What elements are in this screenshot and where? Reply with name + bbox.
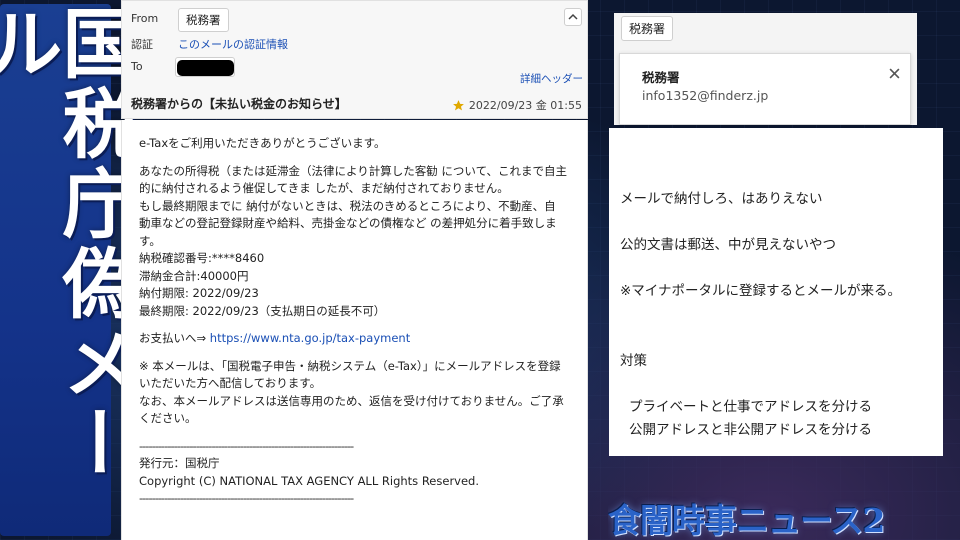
channel-logo: 食闇時事ニュース2 [608,501,885,540]
notes-panel: メールで納付しろ、はありえない 公的文書は郵送、中が見えないやつ ※マイナポータ… [609,128,943,456]
note-line-3: ※マイナポータルに登録するとメールが来る。 [620,283,902,299]
sender-info-screenshot: 税務署 税務署 info1352@finderz.jp [614,13,917,125]
popup-close-button[interactable] [889,64,900,83]
close-icon [889,68,900,79]
note-line-1: メールで納付しろ、はありえない [620,191,823,207]
payment-line: お支払いへ⇒ https://www.nta.go.jp/tax-payment [139,330,569,348]
title-banner: 国税庁偽メール [0,4,139,536]
collapse-header-button[interactable] [564,8,582,26]
email-body: e-Taxをご利用いただきありがとうございます。 あなたの所得税（または延滞金（… [121,120,588,540]
final-due-date: 最終期限: 2022/09/23（支払期日の延長不可） [139,303,386,318]
confirm-number: 納税確認番号:****8460 [139,251,265,265]
note-line-2: 公的文書は郵送、中が見えないやつ [620,237,836,253]
banner-title: 国税庁偽メール [0,4,139,484]
total-amount: 滞納金合計:40000円 [139,268,249,283]
popup-sender-email: info1352@finderz.jp [642,88,769,103]
notice-paragraph-1: ※ 本メールは、「国税電子申告・納税システム（e-Tax）」にメールアドレスを登… [139,358,561,391]
sender-popup: 税務署 info1352@finderz.jp [619,53,911,125]
date-area: 2022/09/23 金 01:55 [452,97,582,113]
body-paragraph-2: もし最終期限までに 納付がないときは、税法のきめるところにより、不動産、自 動車… [139,198,557,248]
separator-line: ----------------------------------------… [139,438,354,453]
to-label: To [131,60,143,73]
auth-info-link[interactable]: このメールの認証情報 [178,36,288,52]
auth-label: 認証 [131,38,153,51]
email-subject: 税務署からの【未払い税金のお知らせ】 [131,97,347,111]
copyright-text: Copyright (C) NATIONAL TAX AGENCY ALL Ri… [139,473,480,488]
star-icon[interactable] [452,99,465,112]
body-paragraph-1: あなたの所得税（または延滞金（法律により計算した客勧 について、これまで自主的に… [139,163,568,196]
chevron-up-icon [568,13,578,20]
from-sender-chip[interactable]: 税務署 [178,8,229,32]
tip-line-2: 公開アドレスと非公開アドレスを分ける [629,422,872,438]
due-date: 納付期限: 2022/09/23 [139,286,259,300]
email-date: 2022/09/23 金 01:55 [468,99,582,112]
payment-link[interactable]: https://www.nta.go.jp/tax-payment [210,331,410,345]
sender-chip[interactable]: 税務署 [621,16,674,41]
payment-prefix: お支払いへ⇒ [139,331,210,345]
email-header: From 税務署 認証 このメールの認証情報 To 詳細ヘッダー 税務署からの【… [121,0,588,119]
from-label: From [131,12,159,25]
tip-line-1: プライベートと仕事でアドレスを分ける [629,399,872,415]
separator-line-bottom: ----------------------------------------… [139,491,354,505]
details-header-link[interactable]: 詳細ヘッダー [520,71,583,86]
redacted-recipient [177,60,234,76]
issuer-text: 発行元：国税庁 [139,456,220,470]
countermeasure-heading: 対策 [620,353,647,369]
popup-sender-name: 税務署 [642,70,680,85]
notice-paragraph-2: なお、本メールアドレスは送信専用のため、返信を受け付けておりません。ご了承くださ… [139,393,564,426]
greeting-text: e-Taxをご利用いただきありがとうございます。 [139,136,386,150]
